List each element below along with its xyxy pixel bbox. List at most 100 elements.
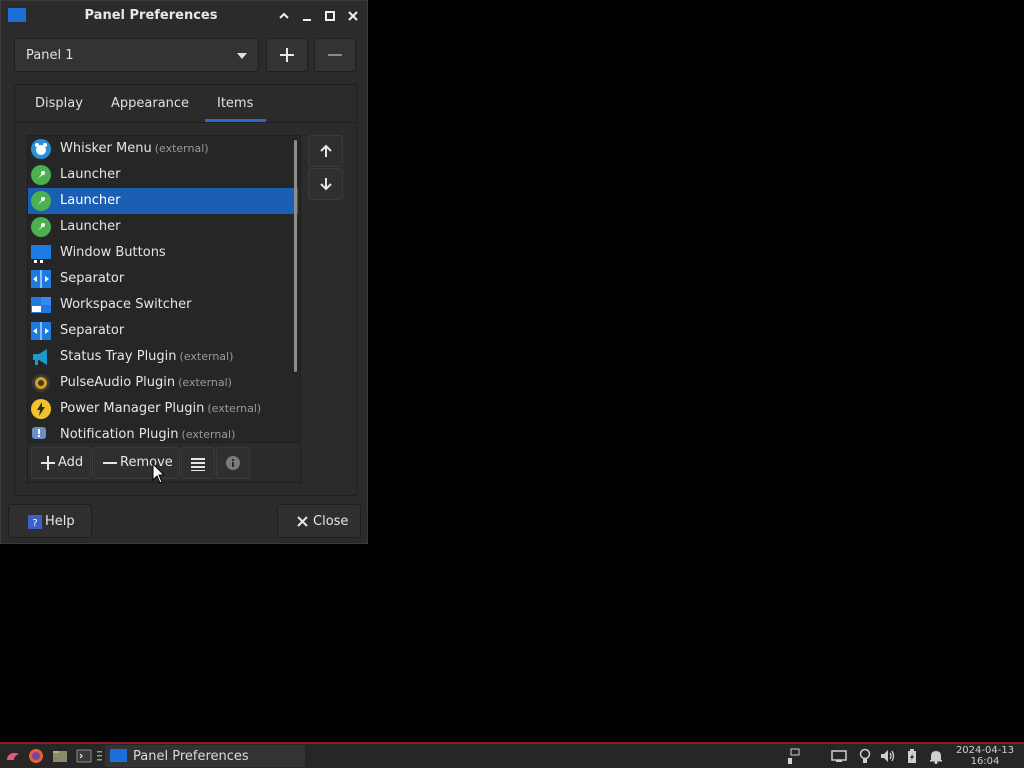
tab-display[interactable]: Display xyxy=(35,96,83,111)
close-label: Close xyxy=(313,514,349,529)
separator-icon xyxy=(31,270,51,288)
close-window-button[interactable] xyxy=(342,5,364,27)
file-manager-icon[interactable] xyxy=(52,748,68,764)
item-about-button[interactable] xyxy=(216,447,250,479)
panel-preferences-app-icon xyxy=(110,749,127,762)
item-name: PulseAudio Plugin xyxy=(60,375,176,390)
item-name: Launcher xyxy=(60,219,121,234)
list-item[interactable]: Separator xyxy=(28,266,298,292)
move-up-button[interactable] xyxy=(308,135,343,167)
plus-icon xyxy=(280,48,294,62)
items-list[interactable]: Whisker Menu (external) Launcher Launche… xyxy=(28,136,300,442)
tab-bar: Display Appearance Items xyxy=(15,85,356,123)
plus-icon xyxy=(41,456,55,470)
panel-select-value: Panel 1 xyxy=(26,48,74,63)
panel-select[interactable]: Panel 1 xyxy=(14,38,259,72)
list-icon xyxy=(191,458,205,471)
item-suffix: (external) xyxy=(178,376,232,389)
panel-preferences-app-icon xyxy=(8,8,26,22)
help-button[interactable]: ? Help xyxy=(8,504,92,538)
add-panel-button[interactable] xyxy=(266,38,308,72)
arrow-down-icon xyxy=(319,178,332,191)
pulseaudio-icon xyxy=(32,374,50,392)
list-item[interactable]: Status Tray Plugin (external) xyxy=(28,344,298,370)
list-item[interactable]: Window Buttons xyxy=(28,240,298,266)
volume-icon[interactable] xyxy=(880,748,896,764)
battery-icon[interactable] xyxy=(904,748,920,764)
taskbar-item-label: Panel Preferences xyxy=(133,749,249,764)
active-tab-indicator xyxy=(205,119,266,122)
firefox-icon[interactable] xyxy=(28,748,44,764)
maximize-icon xyxy=(325,11,335,21)
info-icon xyxy=(226,456,240,470)
close-icon xyxy=(348,11,358,21)
taskbar-item-panel-preferences[interactable]: Panel Preferences xyxy=(105,745,305,767)
clock-date: 2024-04-13 xyxy=(955,745,1015,756)
item-suffix: (external) xyxy=(181,428,236,441)
arrow-up-icon xyxy=(319,144,332,157)
item-name: Power Manager Plugin xyxy=(60,401,205,416)
maximize-button[interactable] xyxy=(319,5,341,27)
clock[interactable]: 2024-04-13 16:04 xyxy=(950,745,1020,767)
list-item[interactable]: PulseAudio Plugin (external) xyxy=(28,370,298,396)
separator-icon xyxy=(31,322,51,340)
minimize-icon xyxy=(303,19,311,21)
list-item[interactable]: Power Manager Plugin (external) xyxy=(28,396,298,422)
help-label: Help xyxy=(45,514,75,529)
item-name: Whisker Menu xyxy=(60,141,152,156)
taskbar: Panel Preferences 2024-04-13 16:04 xyxy=(0,742,1024,768)
list-item[interactable]: Workspace Switcher xyxy=(28,292,298,318)
item-properties-button[interactable] xyxy=(181,447,215,479)
svg-text:?: ? xyxy=(32,518,37,529)
help-icon: ? xyxy=(28,515,42,529)
item-name: Launcher xyxy=(60,193,121,208)
window-list-handle-icon xyxy=(97,751,102,761)
list-item[interactable]: Launcher xyxy=(28,188,298,214)
lightbulb-icon[interactable] xyxy=(857,748,873,764)
shade-button[interactable] xyxy=(273,5,295,27)
dropdown-arrow-icon xyxy=(237,53,247,59)
list-scrollbar[interactable] xyxy=(294,140,297,372)
item-suffix: (external) xyxy=(154,142,209,155)
terminal-icon[interactable] xyxy=(76,748,92,764)
remove-panel-button[interactable] xyxy=(314,38,356,72)
tab-items[interactable]: Items xyxy=(217,96,253,111)
title-bar[interactable]: Panel Preferences xyxy=(1,1,367,31)
list-item[interactable]: Launcher xyxy=(28,162,298,188)
item-name: Status Tray Plugin xyxy=(60,349,177,364)
launcher-icon xyxy=(31,217,51,237)
add-item-button[interactable]: Add xyxy=(31,447,91,479)
chevron-up-icon xyxy=(279,12,289,19)
minus-icon xyxy=(328,54,342,56)
item-name: Separator xyxy=(60,323,125,338)
mouse-cursor-icon xyxy=(152,463,166,484)
tab-appearance[interactable]: Appearance xyxy=(111,96,189,111)
close-icon xyxy=(297,516,308,527)
clock-time: 16:04 xyxy=(970,756,1000,767)
preferences-notebook: Display Appearance Items Whisker Menu (ex… xyxy=(14,84,357,496)
list-item[interactable]: Launcher xyxy=(28,214,298,240)
item-name: Launcher xyxy=(60,167,121,182)
add-item-label: Add xyxy=(58,455,84,470)
list-item[interactable]: Separator xyxy=(28,318,298,344)
list-item[interactable]: Whisker Menu (external) xyxy=(28,136,298,162)
notification-bell-icon[interactable] xyxy=(928,748,944,764)
move-down-button[interactable] xyxy=(308,168,343,200)
item-suffix: (external) xyxy=(179,350,234,363)
launcher-icon xyxy=(31,165,51,185)
power-manager-icon xyxy=(31,399,51,419)
workspace-indicator-icon[interactable] xyxy=(788,748,804,764)
list-item[interactable]: Notification Plugin (external) xyxy=(28,422,298,442)
minus-icon xyxy=(103,462,117,464)
launcher-icon xyxy=(31,191,51,211)
remove-item-button[interactable]: Remove xyxy=(92,447,180,479)
item-name: Separator xyxy=(60,271,125,286)
status-tray-icon xyxy=(33,349,47,365)
close-button[interactable]: Close xyxy=(277,504,361,538)
notification-icon xyxy=(32,427,46,439)
whisker-menu-icon xyxy=(31,139,51,159)
network-icon[interactable] xyxy=(831,748,847,764)
whisker-menu-launcher-icon[interactable] xyxy=(5,748,21,764)
window-title: Panel Preferences xyxy=(84,8,218,23)
minimize-button[interactable] xyxy=(296,5,318,27)
